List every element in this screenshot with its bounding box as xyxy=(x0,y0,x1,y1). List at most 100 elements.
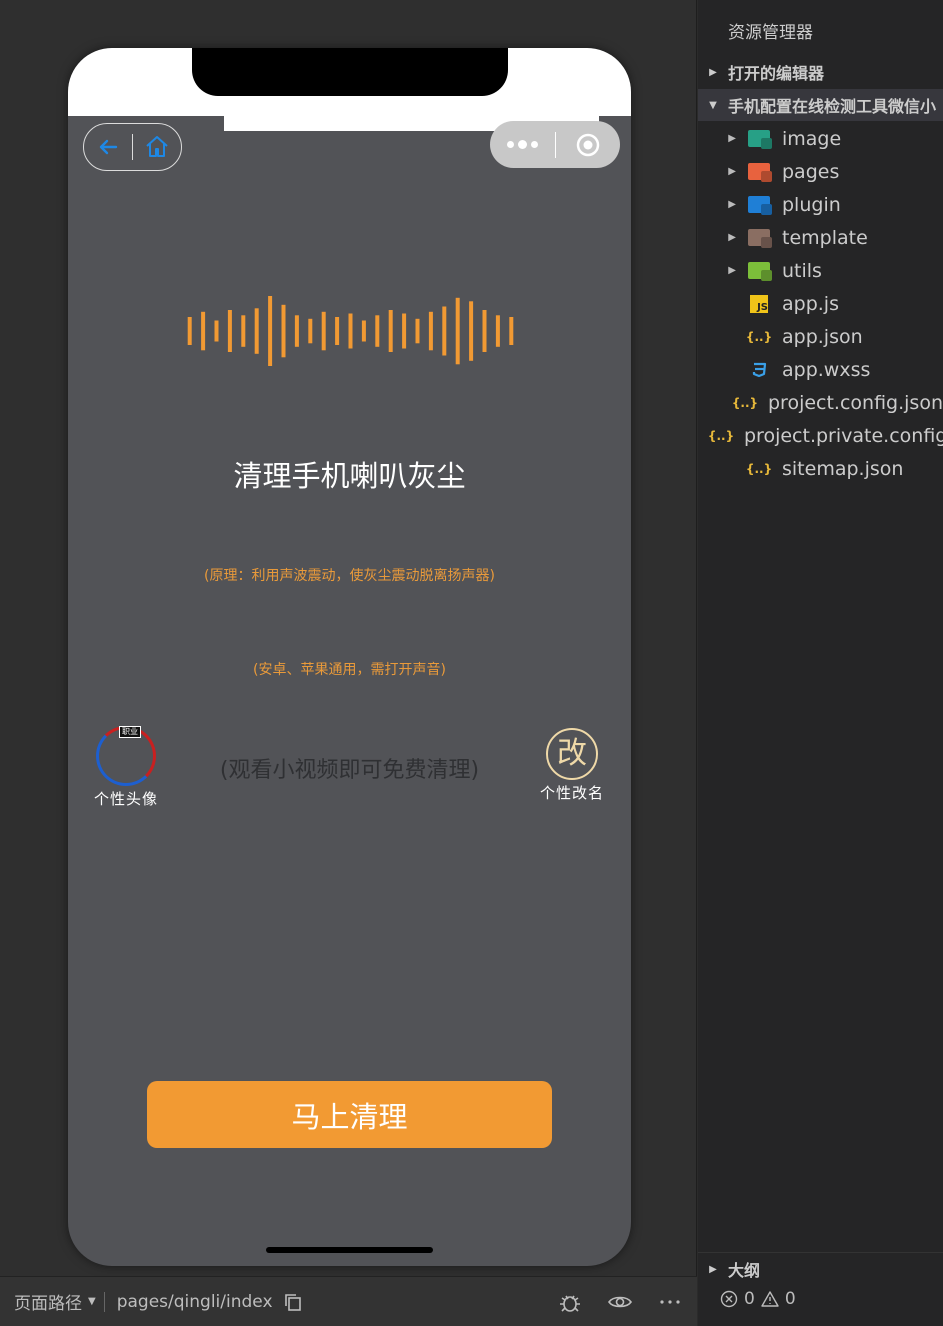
more-dot-icon xyxy=(517,140,527,149)
wave-bar xyxy=(469,301,474,361)
wave-bar xyxy=(402,313,407,349)
bug-icon[interactable] xyxy=(557,1289,583,1315)
wave-bar xyxy=(187,317,192,345)
caret-right-icon: ▶ xyxy=(709,1263,717,1275)
page-path-dropdown[interactable]: 页面路径 xyxy=(14,1289,82,1314)
wave-bar xyxy=(388,310,393,352)
tree-item[interactable]: app.wxss xyxy=(698,353,943,386)
avatar-badge: 职业 xyxy=(119,726,141,738)
tree-item[interactable]: ▶ plugin xyxy=(698,188,943,221)
warning-count: 0 xyxy=(784,1289,796,1309)
home-indicator xyxy=(266,1247,433,1253)
folder-shape xyxy=(748,130,770,147)
tree-item-label: template xyxy=(782,226,868,249)
page-path-value: pages/qingli/index xyxy=(116,1291,273,1312)
folder-icon xyxy=(748,129,770,149)
folder-icon xyxy=(748,195,770,215)
tree-item[interactable]: {..} app.json xyxy=(698,320,943,353)
json-file-icon: {..} xyxy=(745,329,773,344)
tree-item[interactable]: ▶ pages xyxy=(698,155,943,188)
caret-right-icon: ▶ xyxy=(709,66,717,78)
json-file-icon: {..} xyxy=(731,395,759,410)
wave-bar xyxy=(455,297,460,365)
wave-bar xyxy=(361,320,366,342)
wave-bar xyxy=(428,311,433,351)
folder-shape xyxy=(748,196,770,213)
json-file-icon: {..} xyxy=(745,461,773,476)
more-dot-icon xyxy=(506,141,514,148)
back-button[interactable] xyxy=(84,124,132,170)
tree-item[interactable]: {..} project.config.json xyxy=(698,386,943,419)
avatar-entry[interactable]: 职业 个性头像 xyxy=(86,726,166,809)
wave-bar xyxy=(348,313,353,349)
caret-right-icon: ▶ xyxy=(728,199,736,210)
tree-item[interactable]: {..} sitemap.json xyxy=(698,452,943,485)
error-count: 0 xyxy=(744,1289,755,1309)
project-section[interactable]: ▼ 手机配置在线检测工具微信小 xyxy=(698,89,943,121)
explorer-panel: 资源管理器 ▶ 打开的编辑器 ▼ 手机配置在线检测工具微信小 ▶ image ▶ pa… xyxy=(698,0,943,1326)
open-editors-label: 打开的编辑器 xyxy=(728,64,825,83)
eye-icon[interactable] xyxy=(607,1289,633,1315)
caret-right-icon: ▶ xyxy=(728,166,736,177)
outline-label: 大纲 xyxy=(728,1261,761,1280)
menu-capsule xyxy=(490,121,620,168)
principle-text: (原理：利用声波震动，使灰尘震动脱离扬声器) xyxy=(204,568,495,584)
caret-right-icon: ▶ xyxy=(728,232,736,243)
open-editors-section[interactable]: ▶ 打开的编辑器 xyxy=(698,56,943,88)
phone-frame: 清理手机喇叭灰尘 (原理：利用声波震动，使灰尘震动脱离扬声器) (安卓、苹果通用… xyxy=(68,48,631,1266)
folder-icon xyxy=(748,261,770,281)
avatar-ring-icon: 职业 xyxy=(96,726,156,786)
tree-item[interactable]: ▶ template xyxy=(698,221,943,254)
wave-bar xyxy=(254,308,259,354)
more-menu-button[interactable] xyxy=(490,121,555,168)
clean-now-button[interactable]: 马上清理 xyxy=(147,1081,552,1148)
home-icon xyxy=(146,136,168,157)
error-icon xyxy=(720,1290,738,1308)
folder-shape xyxy=(748,163,770,180)
outline-section[interactable]: ▶ 大纲 xyxy=(698,1257,760,1281)
problems-indicator[interactable]: 0 0 xyxy=(720,1289,796,1309)
tree-item-label: app.js xyxy=(782,292,839,315)
wave-bar xyxy=(442,306,447,356)
tree-item-label: app.wxss xyxy=(782,358,871,381)
folder-shape xyxy=(748,262,770,279)
rename-entry[interactable]: 改 个性改名 xyxy=(532,728,612,803)
wave-bar xyxy=(495,315,500,347)
explorer-footer: ▶ 大纲 0 0 xyxy=(698,1252,943,1326)
tree-item-label: image xyxy=(782,127,842,150)
tree-item-label: plugin xyxy=(782,193,841,216)
target-circle-icon xyxy=(576,133,599,156)
wave-bar xyxy=(227,310,232,352)
tree-item[interactable]: {..} project.private.config.json xyxy=(698,419,943,452)
tree-item[interactable]: JS app.js xyxy=(698,287,943,320)
caret-down-icon: ▼ xyxy=(88,1296,96,1307)
divider xyxy=(103,1291,105,1312)
css-3-glyph xyxy=(752,362,767,377)
rename-icon: 改 xyxy=(546,728,598,780)
folder-icon xyxy=(748,162,770,182)
wave-bar xyxy=(241,315,246,347)
wave-bar xyxy=(335,317,340,345)
css-file-icon xyxy=(748,360,770,380)
tree-item[interactable]: ▶ image xyxy=(698,122,943,155)
copy-icon[interactable] xyxy=(283,1292,303,1312)
wave-bar xyxy=(201,311,206,351)
warning-icon xyxy=(761,1291,779,1307)
wave-bar xyxy=(268,296,273,366)
tree-item-label: sitemap.json xyxy=(782,457,904,480)
explorer-title: 资源管理器 xyxy=(728,23,813,43)
home-button[interactable] xyxy=(133,124,181,170)
tree-item[interactable]: ▶ utils xyxy=(698,254,943,287)
js-file-icon: JS xyxy=(750,294,768,313)
json-file-icon: {..} xyxy=(707,428,735,443)
back-arrow-icon xyxy=(99,139,118,155)
more-icon[interactable] xyxy=(657,1289,683,1315)
sound-wave-graphic xyxy=(187,296,514,366)
folder-shape xyxy=(748,229,770,246)
wave-bar xyxy=(294,315,299,347)
project-label: 手机配置在线检测工具微信小 xyxy=(728,97,937,116)
close-miniprogram-button[interactable] xyxy=(556,121,621,168)
caret-right-icon: ▶ xyxy=(728,133,736,144)
avatar-label: 个性头像 xyxy=(93,790,158,808)
tree-item-label: utils xyxy=(782,259,822,282)
